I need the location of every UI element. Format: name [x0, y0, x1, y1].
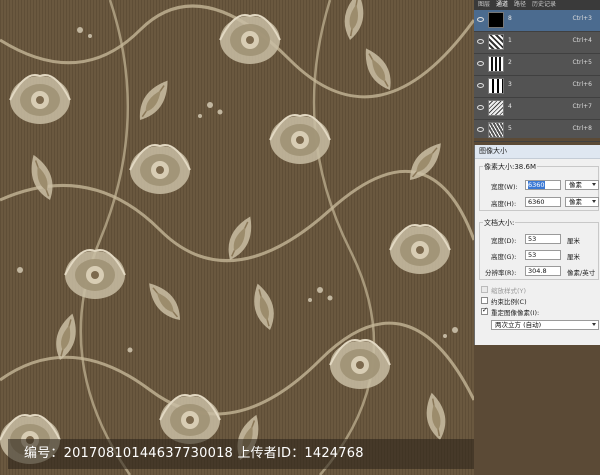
channel-thumbnail	[488, 12, 504, 28]
panel-tabs: 图层 通道 路径 历史记录	[474, 0, 600, 10]
image-size-dialog: 图像大小 像素大小:38.6M 宽度(W): 6360 像素 高度(H): 63…	[474, 145, 600, 345]
eye-icon[interactable]	[477, 127, 484, 132]
channel-row[interactable]: 1 Ctrl+4	[474, 32, 600, 54]
width-label: 宽度(W):	[491, 183, 518, 191]
channel-thumbnail	[488, 100, 504, 116]
channel-row[interactable]: 3 Ctrl+6	[474, 76, 600, 98]
channel-name: 5	[508, 125, 512, 132]
eye-icon[interactable]	[477, 83, 484, 88]
image-canvas[interactable]: 编号：20170810144637730018 上传者ID：1424768	[0, 0, 474, 475]
damask-pattern	[0, 0, 474, 475]
doc-height-unit: 厘米	[567, 253, 580, 261]
channels-panel: 图层 通道 路径 历史记录 8 Ctrl+3 1 Ctrl+4 2 Ctrl+5…	[474, 0, 600, 142]
channel-thumbnail	[488, 56, 504, 72]
channel-shortcut: Ctrl+7	[572, 103, 592, 110]
channel-name: 1	[508, 37, 512, 44]
channel-name: 3	[508, 81, 512, 88]
resolution-unit: 像素/英寸	[567, 269, 596, 277]
channel-thumbnail	[488, 122, 504, 138]
channel-name: 8	[508, 15, 512, 22]
resample-checkbox[interactable]	[481, 306, 488, 315]
eye-icon[interactable]	[477, 105, 484, 110]
channel-row[interactable]: 8 Ctrl+3	[474, 10, 600, 32]
watermark-text: 编号：20170810144637730018 上传者ID：1424768	[24, 446, 364, 461]
width-input[interactable]: 6360	[525, 180, 561, 190]
doc-width-label: 宽度(D):	[491, 237, 517, 245]
chevron-down-icon	[592, 200, 596, 203]
eye-icon[interactable]	[477, 61, 484, 66]
doc-width-input[interactable]: 53	[525, 234, 561, 244]
tab-paths[interactable]: 路径	[514, 0, 526, 10]
channel-row[interactable]: 5 Ctrl+8	[474, 120, 600, 142]
doc-height-input[interactable]: 53	[525, 250, 561, 260]
channel-row[interactable]: 4 Ctrl+7	[474, 98, 600, 120]
resample-method-select[interactable]: 两次立方 (自动)	[491, 320, 599, 330]
channel-name: 4	[508, 103, 512, 110]
height-unit-select[interactable]: 像素	[565, 197, 599, 207]
resample-label: 重定图像像素(I):	[491, 309, 540, 317]
resolution-input[interactable]: 304.8	[525, 266, 561, 276]
tab-history[interactable]: 历史记录	[532, 0, 556, 10]
scale-styles-label: 缩放样式(Y)	[491, 287, 527, 295]
scale-styles-checkbox[interactable]	[481, 286, 488, 293]
doc-width-unit: 厘米	[567, 237, 580, 245]
chevron-down-icon	[592, 323, 596, 326]
tab-channels[interactable]: 通道	[496, 0, 508, 10]
channel-thumbnail	[488, 78, 504, 94]
document-size-label: 文档大小:	[483, 218, 516, 228]
resolution-label: 分辨率(R):	[485, 269, 517, 277]
channel-shortcut: Ctrl+4	[572, 37, 592, 44]
height-input[interactable]: 6360	[525, 197, 561, 207]
eye-icon[interactable]	[477, 39, 484, 44]
constrain-proportions-label: 约束比例(C)	[491, 298, 527, 306]
channel-shortcut: Ctrl+8	[572, 125, 592, 132]
height-label: 高度(H):	[491, 200, 517, 208]
channel-thumbnail	[488, 34, 504, 50]
channel-row[interactable]: 2 Ctrl+5	[474, 54, 600, 76]
dialog-title: 图像大小	[475, 145, 600, 159]
width-unit-select[interactable]: 像素	[565, 180, 599, 190]
channel-shortcut: Ctrl+6	[572, 81, 592, 88]
chevron-down-icon	[592, 183, 596, 186]
constrain-proportions-checkbox[interactable]	[481, 297, 488, 304]
tab-layers[interactable]: 图层	[478, 0, 490, 10]
doc-height-label: 高度(G):	[491, 253, 517, 261]
eye-icon[interactable]	[477, 17, 484, 22]
channel-shortcut: Ctrl+5	[572, 59, 592, 66]
channel-shortcut: Ctrl+3	[572, 15, 592, 22]
channel-name: 2	[508, 59, 512, 66]
pixel-dimensions-label: 像素大小:38.6M	[483, 162, 537, 172]
